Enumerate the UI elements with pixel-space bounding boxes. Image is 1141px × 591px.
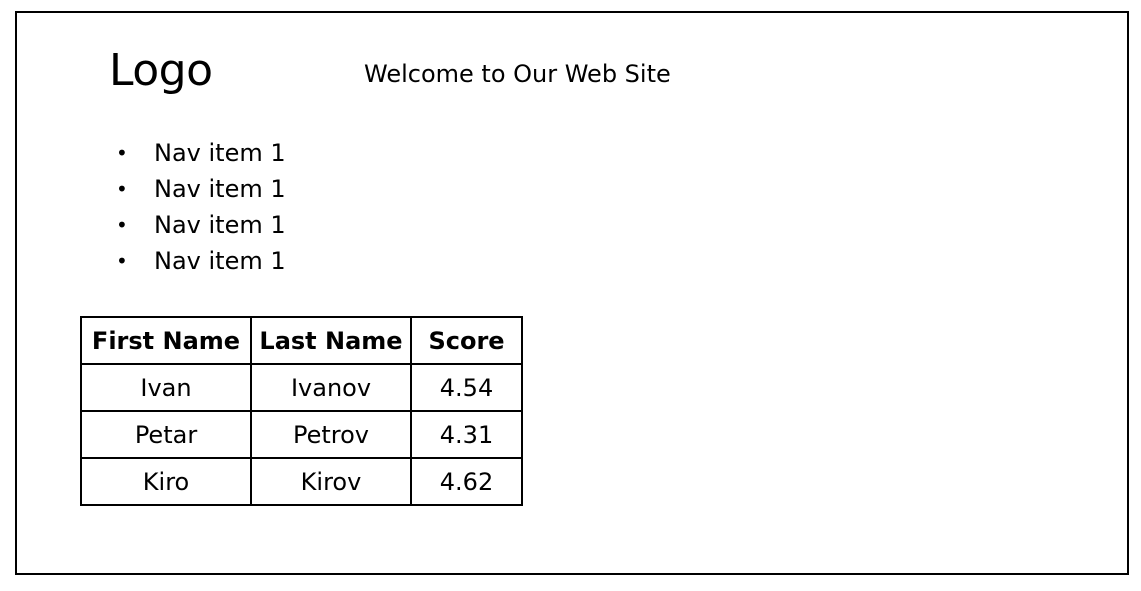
cell-last-name: Petrov [250,410,412,459]
page-title: Welcome to Our Web Site [364,60,671,88]
column-header-first-name: First Name [80,316,252,365]
table-row: Kiro Kirov 4.62 [80,457,523,506]
nav-item-label[interactable]: Nav item 1 [154,207,286,243]
nav-item-label[interactable]: Nav item 1 [154,135,286,171]
cell-last-name: Ivanov [250,363,412,412]
nav-item-label[interactable]: Nav item 1 [154,243,286,279]
cell-score: 4.54 [410,363,523,412]
cell-first-name: Kiro [80,457,252,506]
table-row: Ivan Ivanov 4.54 [80,363,523,412]
column-header-score: Score [410,316,523,365]
logo[interactable]: Logo [109,43,213,99]
table-row: Petar Petrov 4.31 [80,410,523,459]
cell-score: 4.31 [410,410,523,459]
column-header-last-name: Last Name [250,316,412,365]
bullet-icon: • [116,213,128,237]
cell-first-name: Petar [80,410,252,459]
cell-score: 4.62 [410,457,523,506]
bullet-icon: • [116,249,128,273]
nav-item-label[interactable]: Nav item 1 [154,171,286,207]
cell-last-name: Kirov [250,457,412,506]
scores-table: First Name Last Name Score Ivan Ivanov 4… [80,316,523,506]
table-header-row: First Name Last Name Score [80,316,523,365]
cell-first-name: Ivan [80,363,252,412]
bullet-icon: • [116,177,128,201]
bullet-icon: • [116,141,128,165]
